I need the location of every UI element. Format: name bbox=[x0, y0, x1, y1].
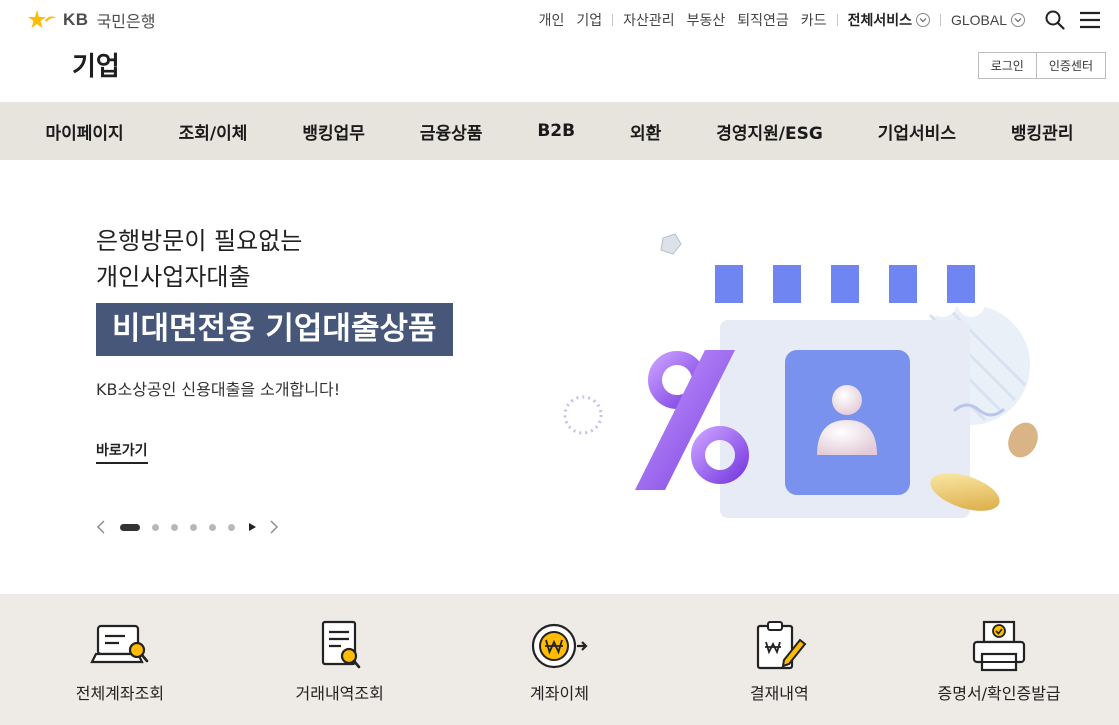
slide-dot[interactable] bbox=[171, 523, 178, 531]
quick-menu: 전체계좌조회 거래내역조회 계좌이체 결재내역 증명서/확인증발급 bbox=[0, 594, 1119, 725]
nav-item-banking-management[interactable]: 뱅킹관리 bbox=[1011, 119, 1074, 144]
divider bbox=[939, 14, 941, 26]
nav-item-inquiry-transfer[interactable]: 조회/이체 bbox=[179, 119, 248, 144]
quick-item-label: 결재내역 bbox=[749, 684, 809, 703]
nav-item-b2b[interactable]: B2B bbox=[537, 121, 575, 141]
util-link-personal[interactable]: 개인 bbox=[539, 10, 565, 30]
util-link-realestate[interactable]: 부동산 bbox=[687, 10, 726, 30]
divider bbox=[836, 14, 838, 26]
store-illustration bbox=[563, 233, 1038, 518]
chevron-right-icon[interactable] bbox=[269, 520, 281, 534]
hero-subtitle: 은행방문이 필요없는 개인사업자대출 bbox=[96, 223, 302, 295]
chevron-down-icon bbox=[1011, 13, 1025, 27]
menu-icon[interactable] bbox=[1079, 11, 1101, 29]
top-header: KB 국민은행 기업 개인 기업 자산관리 부동산 퇴직연금 카드 전체서비스 … bbox=[0, 0, 1119, 102]
won-transfer-icon bbox=[532, 623, 589, 669]
slide-dot[interactable] bbox=[190, 523, 197, 531]
play-icon[interactable] bbox=[247, 522, 257, 532]
util-link-business[interactable]: 기업 bbox=[576, 10, 602, 30]
quick-item-certificates[interactable]: 증명서/확인증발급 bbox=[899, 594, 1099, 725]
auth-buttons: 로그인 인증센터 bbox=[977, 52, 1106, 79]
global-button[interactable]: GLOBAL bbox=[951, 12, 1025, 28]
global-label: GLOBAL bbox=[950, 12, 1007, 28]
nav-item-business-services[interactable]: 기업서비스 bbox=[878, 119, 956, 144]
quick-item-label: 전체계좌조회 bbox=[75, 684, 165, 703]
utility-nav: 개인 기업 자산관리 부동산 퇴직연금 카드 전체서비스 GLOBAL bbox=[533, 10, 1101, 30]
hero-line-2: 개인사업자대출 bbox=[96, 263, 251, 291]
slide-dot[interactable] bbox=[152, 523, 159, 531]
quick-item-label: 거래내역조회 bbox=[295, 684, 384, 703]
slide-dot[interactable] bbox=[228, 523, 235, 531]
page-title: 기업 bbox=[72, 52, 120, 82]
search-icon[interactable] bbox=[1045, 10, 1065, 30]
util-link-card[interactable]: 카드 bbox=[801, 10, 827, 30]
all-services-button[interactable]: 전체서비스 bbox=[848, 10, 930, 30]
all-services-label: 전체서비스 bbox=[847, 13, 912, 29]
hero-banner: 은행방문이 필요없는 개인사업자대출 비대면전용 기업대출상품 KB소상공인 신… bbox=[0, 160, 1119, 594]
util-link-wealth[interactable]: 자산관리 bbox=[623, 10, 675, 30]
nav-item-forex[interactable]: 외환 bbox=[630, 119, 661, 144]
nav-item-banking[interactable]: 뱅킹업무 bbox=[302, 119, 365, 144]
quick-item-approvals[interactable]: 결재내역 bbox=[679, 594, 879, 725]
chevron-left-icon[interactable] bbox=[96, 520, 108, 534]
slide-dot[interactable] bbox=[209, 523, 216, 531]
logo-korean: 국민은행 bbox=[96, 12, 156, 31]
chevron-down-icon bbox=[915, 13, 930, 27]
account-search-icon bbox=[90, 624, 149, 664]
hero-line-1: 은행방문이 필요없는 bbox=[96, 227, 303, 255]
kb-logo[interactable]: KB 국민은행 bbox=[25, 8, 155, 32]
quick-item-label: 계좌이체 bbox=[530, 684, 589, 703]
util-link-pension[interactable]: 퇴직연금 bbox=[737, 10, 789, 30]
divider bbox=[612, 14, 614, 26]
certificate-printer-icon bbox=[972, 620, 1026, 672]
kb-star-icon bbox=[28, 10, 56, 28]
quick-item-label: 증명서/확인증발급 bbox=[937, 684, 1061, 703]
nav-item-products[interactable]: 금융상품 bbox=[420, 119, 483, 144]
nav-item-mypage[interactable]: 마이페이지 bbox=[45, 119, 123, 144]
slide-dot[interactable] bbox=[120, 523, 140, 531]
approval-document-icon bbox=[757, 621, 807, 670]
logo-latin: KB bbox=[63, 10, 89, 29]
cert-center-button[interactable]: 인증센터 bbox=[1036, 52, 1106, 79]
hero-description: KB소상공인 신용대출을 소개합니다! bbox=[96, 380, 341, 399]
hero-cta-link[interactable]: 바로가기 bbox=[96, 440, 148, 464]
nav-item-management-esg[interactable]: 경영지원/ESG bbox=[716, 119, 823, 144]
slide-pager bbox=[96, 520, 281, 534]
main-nav: 마이페이지 조회/이체 뱅킹업무 금융상품 B2B 외환 경영지원/ESG 기업… bbox=[0, 102, 1119, 160]
quick-item-all-accounts[interactable]: 전체계좌조회 bbox=[20, 594, 220, 725]
hero-headline: 비대면전용 기업대출상품 bbox=[96, 303, 453, 356]
transaction-search-icon bbox=[321, 620, 360, 669]
login-button[interactable]: 로그인 bbox=[977, 52, 1037, 79]
quick-item-transactions[interactable]: 거래내역조회 bbox=[240, 594, 440, 725]
quick-item-transfer[interactable]: 계좌이체 bbox=[459, 594, 659, 725]
